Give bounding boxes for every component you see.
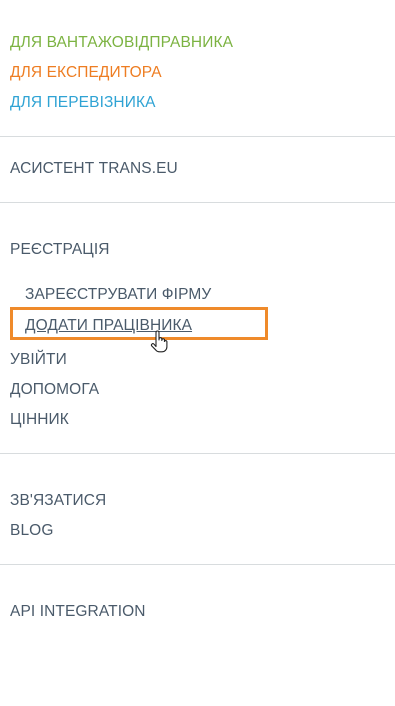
- link-for-carrier[interactable]: ДЛЯ ПЕРЕВІЗНИКА: [10, 93, 156, 113]
- link-contact[interactable]: ЗВ'ЯЗАТИСЯ: [10, 491, 106, 511]
- link-assistant[interactable]: АСИСТЕНТ TRANS.EU: [10, 159, 178, 179]
- link-for-shipper[interactable]: ДЛЯ ВАНТАЖОВІДПРАВНИКА: [10, 33, 233, 53]
- link-for-forwarder[interactable]: ДЛЯ ЕКСПЕДИТОРА: [10, 63, 162, 83]
- divider: [0, 564, 395, 565]
- divider: [0, 136, 395, 137]
- link-registration[interactable]: РЕЄСТРАЦІЯ: [10, 240, 110, 260]
- divider: [0, 202, 395, 203]
- hand-pointer-icon: [150, 330, 168, 353]
- link-pricing[interactable]: ЦІННИК: [10, 410, 69, 430]
- navigation-menu: ДЛЯ ВАНТАЖОВІДПРАВНИКА ДЛЯ ЕКСПЕДИТОРА Д…: [0, 0, 395, 706]
- link-api-integration[interactable]: API INTEGRATION: [10, 602, 146, 622]
- link-help[interactable]: ДОПОМОГА: [10, 380, 99, 400]
- link-blog[interactable]: BLOG: [10, 521, 53, 541]
- divider: [0, 453, 395, 454]
- link-login[interactable]: УВІЙТИ: [10, 350, 67, 370]
- link-register-company[interactable]: ЗАРЕЄСТРУВАТИ ФІРМУ: [25, 285, 211, 305]
